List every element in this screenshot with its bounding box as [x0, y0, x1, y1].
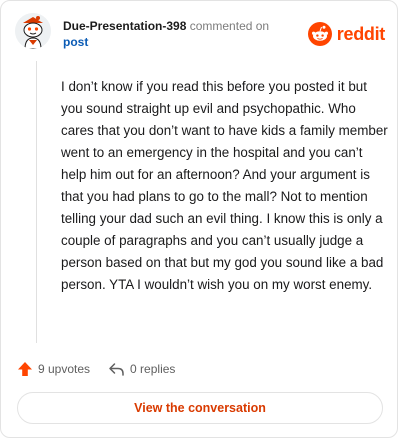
reply-arrow-icon [109, 363, 124, 376]
reddit-brand[interactable]: reddit [307, 21, 386, 47]
comment-header: Due-Presentation-398 commented on post r… [15, 13, 385, 53]
username-link[interactable]: Due-Presentation-398 [63, 19, 186, 33]
thread-line [36, 61, 37, 343]
comment-meta: Due-Presentation-398 commented on post [63, 18, 303, 50]
upvote-arrow-icon [18, 362, 32, 376]
view-conversation-button[interactable]: View the conversation [17, 392, 383, 424]
brand-wordmark: reddit [336, 23, 386, 44]
avatar[interactable] [15, 13, 51, 49]
action-text: commented on [189, 19, 270, 33]
snoo-avatar-icon [15, 13, 51, 49]
reply-stat[interactable]: 0 replies [108, 361, 175, 377]
upvote-count: 9 upvotes [38, 362, 91, 376]
post-link[interactable]: post [63, 34, 303, 50]
comment-card: Due-Presentation-398 commented on post r… [0, 0, 398, 438]
reply-count: 0 replies [130, 362, 176, 376]
upvote-stat[interactable]: 9 upvotes [17, 361, 90, 377]
comment-footer: 9 upvotes 0 replies [17, 359, 193, 379]
reddit-logo-icon [307, 22, 332, 46]
comment-body: I don’t know if you read this before you… [61, 79, 388, 292]
